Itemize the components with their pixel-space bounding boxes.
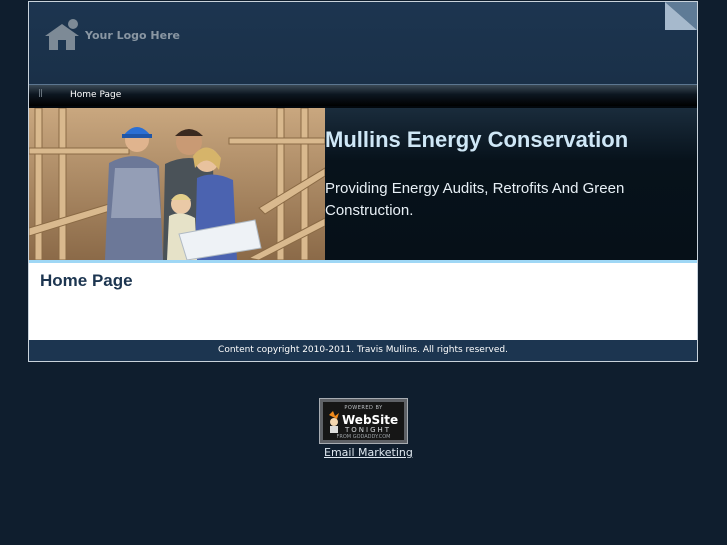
powered-by-badge[interactable]: POWERED BY WebSite TONIGHT FROM GODADDY.…: [319, 398, 408, 444]
mascot-icon: [329, 411, 339, 433]
badge-brand: WebSite: [342, 413, 399, 427]
nav-item-home[interactable]: Home Page: [70, 90, 121, 100]
logo[interactable]: Your Logo Here: [43, 18, 180, 52]
main-content: Home Page: [29, 263, 697, 340]
email-marketing-link[interactable]: Email Marketing: [324, 446, 413, 459]
site-header: Your Logo Here: [29, 2, 697, 85]
badge-from: FROM GODADDY.COM: [336, 434, 391, 440]
hero-banner: Mullins Energy Conservation Providing En…: [29, 108, 697, 260]
nav-bar: Home Page: [29, 85, 697, 108]
hero-text-panel: Mullins Energy Conservation Providing En…: [325, 108, 697, 260]
page-title: Home Page: [40, 271, 133, 290]
page-curl-icon: [665, 2, 697, 30]
site-container: Your Logo Here Home Page Mullins Energy …: [28, 1, 698, 362]
hero-subtitle: Providing Energy Audits, Retrofits And G…: [325, 180, 625, 219]
house-icon: [45, 19, 79, 50]
logo-text: Your Logo Here: [85, 28, 180, 42]
badge-inner: POWERED BY WebSite TONIGHT FROM GODADDY.…: [323, 402, 404, 440]
hero-photo: [29, 108, 325, 260]
grip-icon: [39, 89, 43, 99]
hero-title: Mullins Energy Conservation: [325, 127, 629, 152]
copyright-text: Content copyright 2010-2011. Travis Mull…: [218, 345, 508, 355]
badge-tonight: TONIGHT: [345, 426, 392, 434]
site-footer: Content copyright 2010-2011. Travis Mull…: [29, 340, 697, 361]
